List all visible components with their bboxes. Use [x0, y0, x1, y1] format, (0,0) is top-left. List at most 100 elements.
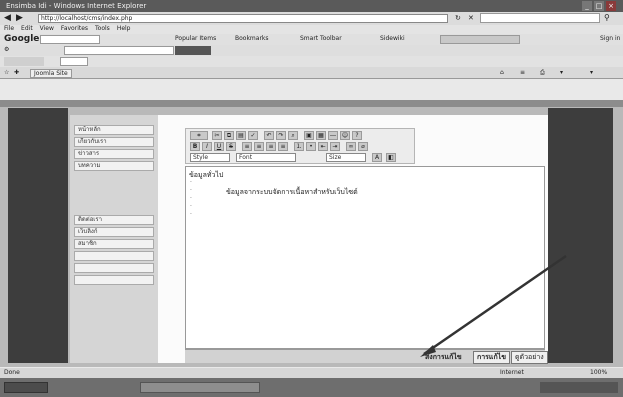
ordered-list-icon[interactable]: ⒈	[294, 142, 304, 151]
size-select[interactable]: Size	[326, 153, 366, 162]
taskbar-window-button[interactable]	[140, 382, 260, 393]
right-dark-panel	[548, 108, 613, 363]
spellcheck-icon[interactable]: ✓	[248, 131, 258, 140]
addon-icon[interactable]: ⚙	[4, 46, 9, 53]
bg-color-icon[interactable]: ◧	[386, 153, 396, 162]
addon-search-button[interactable]	[175, 46, 211, 55]
search-input[interactable]	[480, 13, 600, 23]
menu-tools[interactable]: Tools	[95, 25, 110, 34]
favorites-star-icon[interactable]: ☆	[4, 69, 9, 76]
toolbar-search-input[interactable]	[40, 35, 100, 44]
editor-area[interactable]: ข้อมูลทั่วไป · · · · · ข้อมูลจากระบบจัดการเน…	[185, 166, 545, 349]
left-dark-panel	[8, 108, 68, 363]
editor-action-bar: ส่งการแก้ไข การแก้ไข ดูตัวอย่าง	[185, 349, 548, 364]
zoom-level[interactable]: 100%	[590, 369, 607, 376]
cut-icon[interactable]: ✂	[212, 131, 222, 140]
toolbar-sidewiki[interactable]: Sidewiki	[380, 35, 405, 42]
help-icon[interactable]: ?	[352, 131, 362, 140]
menu-favorites[interactable]: Favorites	[61, 25, 88, 34]
sidebar-item-links[interactable]: เว็บลิงก์	[74, 227, 154, 237]
tab-current[interactable]: Joomla Site	[30, 69, 72, 78]
text-color-icon[interactable]: A	[372, 153, 382, 162]
google-logo: Google	[4, 34, 40, 44]
back-icon[interactable]: ◀	[4, 13, 11, 23]
bold-icon[interactable]: B	[190, 142, 200, 151]
address-bar: ◀ ▶ http://localhost/cms/index.php ↻ ✕ ⚲	[0, 12, 623, 25]
toolbar-smart[interactable]: Smart Toolbar	[300, 35, 342, 42]
outdent-icon[interactable]: ⇤	[318, 142, 328, 151]
menu-help[interactable]: Help	[117, 25, 131, 34]
source-button[interactable]: ⌗	[190, 131, 208, 140]
links-toolbar	[0, 56, 623, 67]
find-icon[interactable]: ⌕	[288, 131, 298, 140]
close-icon[interactable]: ×	[606, 1, 616, 11]
addon-search-input[interactable]	[64, 46, 174, 55]
toolbar-signin[interactable]: Sign in	[600, 35, 620, 42]
forward-icon[interactable]: ▶	[16, 13, 23, 23]
sidebar-item-home[interactable]: หน้าหลัก	[74, 125, 154, 135]
sidebar-item-contact[interactable]: ติดต่อเรา	[74, 215, 154, 225]
sidebar-item-news[interactable]: ข่าวสาร	[74, 149, 154, 159]
google-toolbar: Google Popular Items Bookmarks Smart Too…	[0, 34, 623, 45]
font-select[interactable]: Font	[236, 153, 296, 162]
stop-icon[interactable]: ✕	[468, 14, 474, 22]
toolbar-dropdown[interactable]	[440, 35, 520, 44]
sidebar-item-extra-1[interactable]	[74, 251, 154, 261]
minimize-icon[interactable]: _	[582, 1, 592, 11]
refresh-icon[interactable]: ↻	[455, 14, 461, 22]
system-tray	[540, 382, 618, 393]
preview-button[interactable]: ดูตัวอย่าง	[511, 351, 548, 364]
unlink-icon[interactable]: ⌀	[358, 142, 368, 151]
copy-icon[interactable]: ⧉	[224, 131, 234, 140]
paste-icon[interactable]: ▤	[236, 131, 246, 140]
italic-icon[interactable]: I	[202, 142, 212, 151]
align-center-icon[interactable]: ≡	[254, 142, 264, 151]
sidebar-item-extra-3[interactable]	[74, 275, 154, 285]
toolbar-popular[interactable]: Popular Items	[175, 35, 216, 42]
justify-icon[interactable]: ≡	[278, 142, 288, 151]
sidebar-item-about[interactable]: เกี่ยวกับเรา	[74, 137, 154, 147]
editor-toolbar: ⌗ ✂ ⧉ ▤ ✓ ↶ ↷ ⌕ ▣ ▦ ― ☺ ? B I U S ≡ ≡ ≡ …	[185, 128, 415, 164]
page-header-band	[0, 100, 623, 107]
menu-bar: File Edit View Favorites Tools Help	[0, 25, 623, 34]
links-label	[4, 57, 44, 66]
hr-icon[interactable]: ―	[328, 131, 338, 140]
align-left-icon[interactable]: ≡	[242, 142, 252, 151]
menu-view[interactable]: View	[40, 25, 54, 34]
style-select[interactable]: Style	[190, 153, 230, 162]
zone-text: Internet	[500, 369, 524, 376]
editor-body-text: ข้อมูลจากระบบจัดการเนื้อหาสำหรับเว็บไซต์	[226, 188, 358, 196]
page-menu[interactable]: ▾	[560, 69, 563, 76]
maximize-icon[interactable]: □	[594, 1, 604, 11]
links-input[interactable]	[60, 57, 88, 66]
home-icon[interactable]: ⌂	[500, 69, 504, 76]
indent-icon[interactable]: ⇥	[330, 142, 340, 151]
link-icon[interactable]: ∞	[346, 142, 356, 151]
menu-file[interactable]: File	[4, 25, 14, 34]
feeds-icon[interactable]: ≡	[520, 69, 525, 76]
url-field[interactable]: http://localhost/cms/index.php	[38, 14, 448, 23]
bullet-list-icon[interactable]: •	[306, 142, 316, 151]
favorites-bar: ☆ ✚ Joomla Site ⌂ ≡ ⎙ ▾ ▾	[0, 67, 623, 79]
underline-icon[interactable]: U	[214, 142, 224, 151]
toolbar-bookmarks[interactable]: Bookmarks	[235, 35, 269, 42]
start-button[interactable]	[4, 382, 48, 393]
sidebar-item-extra-2[interactable]	[74, 263, 154, 273]
tools-menu[interactable]: ▾	[590, 69, 593, 76]
image-icon[interactable]: ▣	[304, 131, 314, 140]
menu-edit[interactable]: Edit	[21, 25, 33, 34]
sidebar-item-articles[interactable]: บทความ	[74, 161, 154, 171]
redo-icon[interactable]: ↷	[276, 131, 286, 140]
strike-icon[interactable]: S	[226, 142, 236, 151]
print-icon[interactable]: ⎙	[540, 69, 545, 77]
add-favorite-icon[interactable]: ✚	[14, 69, 19, 76]
search-icon[interactable]: ⚲	[604, 13, 610, 22]
save-button[interactable]: การแก้ไข	[473, 351, 510, 364]
smiley-icon[interactable]: ☺	[340, 131, 350, 140]
editor-margin-marks: · · · · ·	[190, 179, 192, 218]
undo-icon[interactable]: ↶	[264, 131, 274, 140]
table-icon[interactable]: ▦	[316, 131, 326, 140]
window-title-bar: Ensimba Idi - Windows Internet Explorer …	[0, 0, 623, 12]
sidebar-item-members[interactable]: สมาชิก	[74, 239, 154, 249]
align-right-icon[interactable]: ≡	[266, 142, 276, 151]
